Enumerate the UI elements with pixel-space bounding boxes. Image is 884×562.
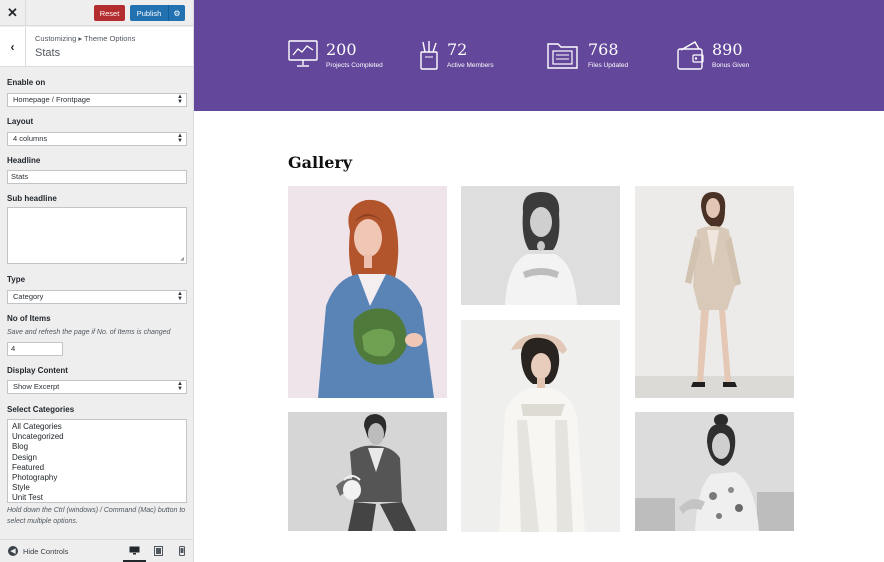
photo-redhead-blue-sweater[interactable] (288, 186, 447, 398)
layout-select[interactable]: 4 columns ▲ ▼ (7, 132, 187, 146)
categories-multiselect[interactable]: All Categories Uncategorized Blog Design… (7, 419, 187, 503)
back-chevron-icon[interactable]: ‹ (0, 27, 26, 67)
stat-label: Files Updated (588, 62, 629, 69)
collapse-arrow-icon: ◀ (8, 546, 18, 556)
customizer-header: ✕ Reset Publish ⚙ (0, 0, 193, 26)
category-option[interactable]: Photography (12, 473, 182, 483)
stat-label: Bonus Given (712, 62, 750, 69)
resize-grip-icon[interactable]: ◢ (180, 256, 184, 262)
select-arrows-icon: ▲ ▼ (177, 94, 183, 105)
no-of-items-label: No of Items (7, 314, 51, 323)
layout-label: Layout (7, 117, 34, 126)
stat-value: 200 (326, 40, 357, 59)
enable-on-label: Enable on (7, 78, 46, 87)
pencil-cup-icon (420, 41, 438, 70)
stat-value: 768 (588, 40, 619, 59)
photo-man-with-vase[interactable] (288, 412, 447, 531)
category-option[interactable]: Uncategorized (12, 432, 182, 442)
no-of-items-description: Save and refresh the page if No. of Item… (7, 329, 171, 336)
type-value: Category (13, 292, 44, 301)
hide-controls-button[interactable]: ◀ Hide Controls (8, 546, 68, 556)
sub-headline-label: Sub headline (7, 194, 57, 203)
photo-woman-white-dress[interactable] (461, 320, 620, 532)
no-of-items-input[interactable]: 4 (7, 342, 63, 356)
category-option[interactable]: Style (12, 483, 182, 493)
customizer-sidebar: ✕ Reset Publish ⚙ ‹ Customizing ▸ Theme … (0, 0, 194, 562)
stat-label: Projects Completed (326, 62, 383, 69)
publish-settings-gear-icon[interactable]: ⚙ (168, 5, 185, 21)
desktop-icon[interactable] (123, 540, 146, 562)
breadcrumb: Customizing ▸ Theme Options (35, 34, 136, 43)
stat-label: Active Members (447, 62, 494, 69)
photo-woman-seated-floral[interactable] (635, 412, 794, 531)
hide-controls-label: Hide Controls (23, 546, 69, 556)
reset-button[interactable]: Reset (94, 5, 125, 21)
display-content-value: Show Excerpt (13, 382, 60, 391)
type-label: Type (7, 275, 26, 284)
category-option[interactable]: Featured (12, 463, 182, 473)
section-header: ‹ Customizing ▸ Theme Options Stats (0, 27, 193, 67)
layout-value: 4 columns (13, 134, 48, 143)
display-content-label: Display Content (7, 366, 68, 375)
customizer-footer: ◀ Hide Controls (0, 539, 193, 562)
headline-input[interactable]: Stats (7, 170, 187, 184)
photo-woman-white-top[interactable] (461, 186, 620, 305)
folder-icon (547, 43, 578, 69)
publish-button[interactable]: Publish (130, 5, 168, 21)
close-icon[interactable]: ✕ (0, 0, 26, 26)
select-arrows-icon: ▲ ▼ (177, 381, 183, 392)
category-option[interactable]: Unit Test (12, 493, 182, 502)
section-title: Stats (35, 47, 61, 59)
enable-on-value: Homepage / Frontpage (13, 95, 91, 104)
select-arrows-icon: ▲ ▼ (177, 291, 183, 302)
photo-woman-beige-blazer[interactable] (635, 186, 794, 398)
headline-label: Headline (7, 156, 41, 165)
gallery-title: Gallery (288, 153, 353, 172)
select-categories-label: Select Categories (7, 405, 75, 414)
tablet-icon[interactable] (147, 540, 170, 562)
stat-value: 890 (712, 40, 743, 59)
mobile-icon[interactable] (170, 540, 193, 562)
enable-on-select[interactable]: Homepage / Frontpage ▲ ▼ (7, 93, 187, 107)
wallet-icon (677, 41, 704, 70)
category-option[interactable]: All Categories (12, 422, 182, 432)
display-content-select[interactable]: Show Excerpt ▲ ▼ (7, 380, 187, 394)
sub-headline-textarea[interactable]: ◢ (7, 207, 187, 264)
select-categories-help: Hold down the Ctrl (windows) / Command (… (7, 507, 186, 525)
stat-value: 72 (447, 40, 468, 59)
category-option[interactable]: Design (12, 453, 182, 463)
stats-section: 200 Projects Completed 72 Active Members… (194, 0, 884, 111)
type-select[interactable]: Category ▲ ▼ (7, 290, 187, 304)
select-arrows-icon: ▲ ▼ (177, 133, 183, 144)
category-option[interactable]: Blog (12, 442, 182, 452)
monitor-chart-icon (288, 40, 318, 67)
site-preview: 200 Projects Completed 72 Active Members… (194, 0, 884, 562)
